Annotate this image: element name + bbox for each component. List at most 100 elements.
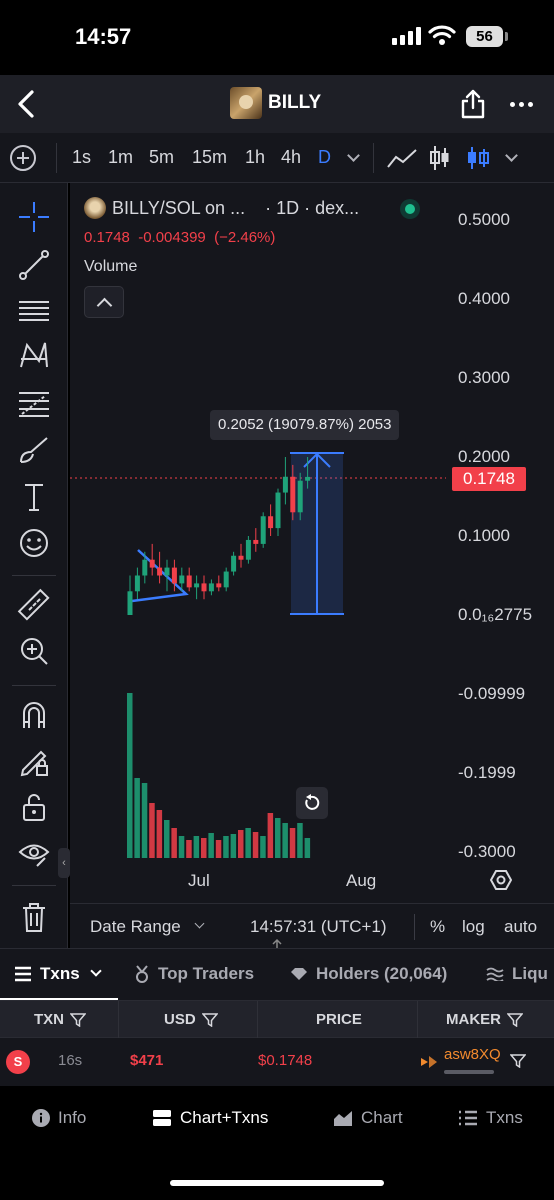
chart-settings-icon[interactable] <box>490 869 512 891</box>
page-title: BILLY <box>268 92 322 113</box>
fib-retracement-icon[interactable] <box>14 383 54 423</box>
volume-bar <box>127 693 133 858</box>
filter-icon[interactable] <box>201 1012 218 1027</box>
ruler-icon[interactable] <box>14 585 54 625</box>
volume-bar <box>260 836 266 858</box>
lock-drawing-icon[interactable] <box>14 741 54 781</box>
collapse-tools-button[interactable]: ‹ <box>58 848 70 878</box>
reset-chart-button[interactable] <box>296 787 328 819</box>
pattern-tool-icon[interactable] <box>14 336 54 376</box>
price-axis-label: 0.0₁₆2775 <box>458 605 533 624</box>
horizontal-lines-icon[interactable] <box>14 291 54 331</box>
transactions-tabs: Txns Top Traders Holders (20,064) Liqu <box>0 948 554 1000</box>
timeframe-4h[interactable]: 4h <box>281 147 301 168</box>
timeframe-1h[interactable]: 1h <box>245 147 265 168</box>
symbol-name: BILLY/SOL on ... <box>112 197 246 218</box>
candle-chart-type-icon[interactable] <box>429 145 451 171</box>
candle <box>179 575 185 584</box>
timeframe-dropdown-chevron-icon[interactable] <box>347 149 360 162</box>
column-txn-label: TXN <box>34 1011 64 1028</box>
price-chart[interactable]: BILLY/SOL on ... · 1D · dex... 0.1748 -0… <box>70 183 554 948</box>
add-indicator-icon[interactable] <box>10 145 36 171</box>
column-usd[interactable]: USD <box>164 1011 218 1028</box>
maker-address[interactable]: asw8XQ <box>444 1046 501 1063</box>
filter-maker-icon[interactable] <box>510 1054 526 1068</box>
filter-icon[interactable] <box>70 1012 86 1027</box>
share-icon[interactable] <box>460 89 486 119</box>
date-range-button[interactable]: Date Range <box>90 917 181 937</box>
tab-top-traders[interactable]: Top Traders <box>134 964 254 984</box>
text-tool-icon[interactable] <box>14 477 54 517</box>
unlock-icon[interactable] <box>14 787 54 827</box>
line-chart-type-icon[interactable] <box>386 147 418 169</box>
collapse-legend-button[interactable] <box>84 286 124 318</box>
tab-holders[interactable]: Holders (20,064) <box>290 964 447 984</box>
trend-line-icon[interactable] <box>14 245 54 285</box>
chart-type-dropdown-chevron-icon[interactable] <box>505 149 518 162</box>
timeframe-toolbar: 1s 1m 5m 15m 1h 4h D <box>0 133 554 183</box>
magnet-icon[interactable] <box>14 695 54 735</box>
home-indicator[interactable] <box>170 1180 384 1186</box>
timeframe-5m[interactable]: 5m <box>149 147 174 168</box>
interval-source: · 1D · dex... <box>265 197 360 218</box>
tab-liquidity[interactable]: Liqu <box>486 964 548 984</box>
volume-bar <box>215 840 222 858</box>
diamond-icon <box>291 968 307 980</box>
table-row[interactable]: S 16s $471 $0.1748 asw8XQ <box>0 1038 554 1086</box>
brush-icon[interactable] <box>14 431 54 471</box>
percent-scale-toggle[interactable]: % <box>430 917 445 937</box>
chart-footer: Date Range 14:57:31 (UTC+1) % log auto <box>70 903 554 948</box>
timeframe-d[interactable]: D <box>318 147 331 168</box>
hollow-candle-chart-type-icon[interactable] <box>465 145 491 171</box>
candle <box>208 583 214 592</box>
token-title: BILLY <box>230 87 321 119</box>
timeframe-15m[interactable]: 15m <box>192 147 227 168</box>
zoom-in-icon[interactable] <box>14 631 54 671</box>
nav-txns[interactable]: Txns <box>458 1108 523 1128</box>
nav-chart[interactable]: Chart <box>333 1108 403 1128</box>
volume-bar <box>208 833 214 858</box>
volume-bar <box>304 838 311 858</box>
drawing-tools-panel <box>0 183 68 948</box>
candle <box>238 555 244 560</box>
timeframe-1m[interactable]: 1m <box>108 147 133 168</box>
candle <box>171 567 177 584</box>
nav-info[interactable]: Info <box>32 1108 86 1128</box>
log-scale-toggle[interactable]: log <box>462 917 485 937</box>
column-price-label: PRICE <box>316 1011 362 1028</box>
more-options-icon[interactable] <box>510 102 533 107</box>
eye-icon[interactable] <box>14 833 54 873</box>
column-txn[interactable]: TXN <box>34 1011 86 1028</box>
nav-chart-txns[interactable]: Chart+Txns <box>152 1108 268 1128</box>
auto-scale-toggle[interactable]: auto <box>504 917 537 937</box>
column-usd-label: USD <box>164 1011 196 1028</box>
volume-bar <box>282 823 288 858</box>
candle <box>260 516 266 544</box>
transactions-table-header: TXN USD PRICE MAKER <box>0 1000 554 1039</box>
candle <box>194 583 200 588</box>
volume-bars-group <box>127 693 311 858</box>
volume-bar <box>230 834 237 858</box>
filter-icon[interactable] <box>507 1012 523 1027</box>
maker-badge-icon <box>421 1056 437 1068</box>
volume-bar <box>275 818 281 858</box>
emoji-icon[interactable] <box>14 523 54 563</box>
txn-usd: $471 <box>130 1052 164 1069</box>
measure-tooltip: 0.2052 (19079.87%) 2053 <box>210 410 400 440</box>
column-maker[interactable]: MAKER <box>446 1011 523 1028</box>
battery-icon <box>505 32 508 41</box>
crosshair-icon[interactable] <box>14 197 54 237</box>
date-range-chevron-icon[interactable] <box>194 918 205 929</box>
back-arrow-icon[interactable] <box>14 89 38 119</box>
candles-group <box>127 457 311 615</box>
candle <box>268 516 274 529</box>
timeframe-1s[interactable]: 1s <box>72 147 91 168</box>
candle <box>157 567 163 576</box>
trash-icon[interactable] <box>14 897 54 937</box>
sell-badge: S <box>6 1050 30 1074</box>
candle <box>282 476 288 493</box>
volume-bar <box>201 838 207 858</box>
candle <box>231 555 237 572</box>
time-axis-label: Aug <box>346 871 377 890</box>
tab-txns[interactable]: Txns <box>14 964 102 984</box>
